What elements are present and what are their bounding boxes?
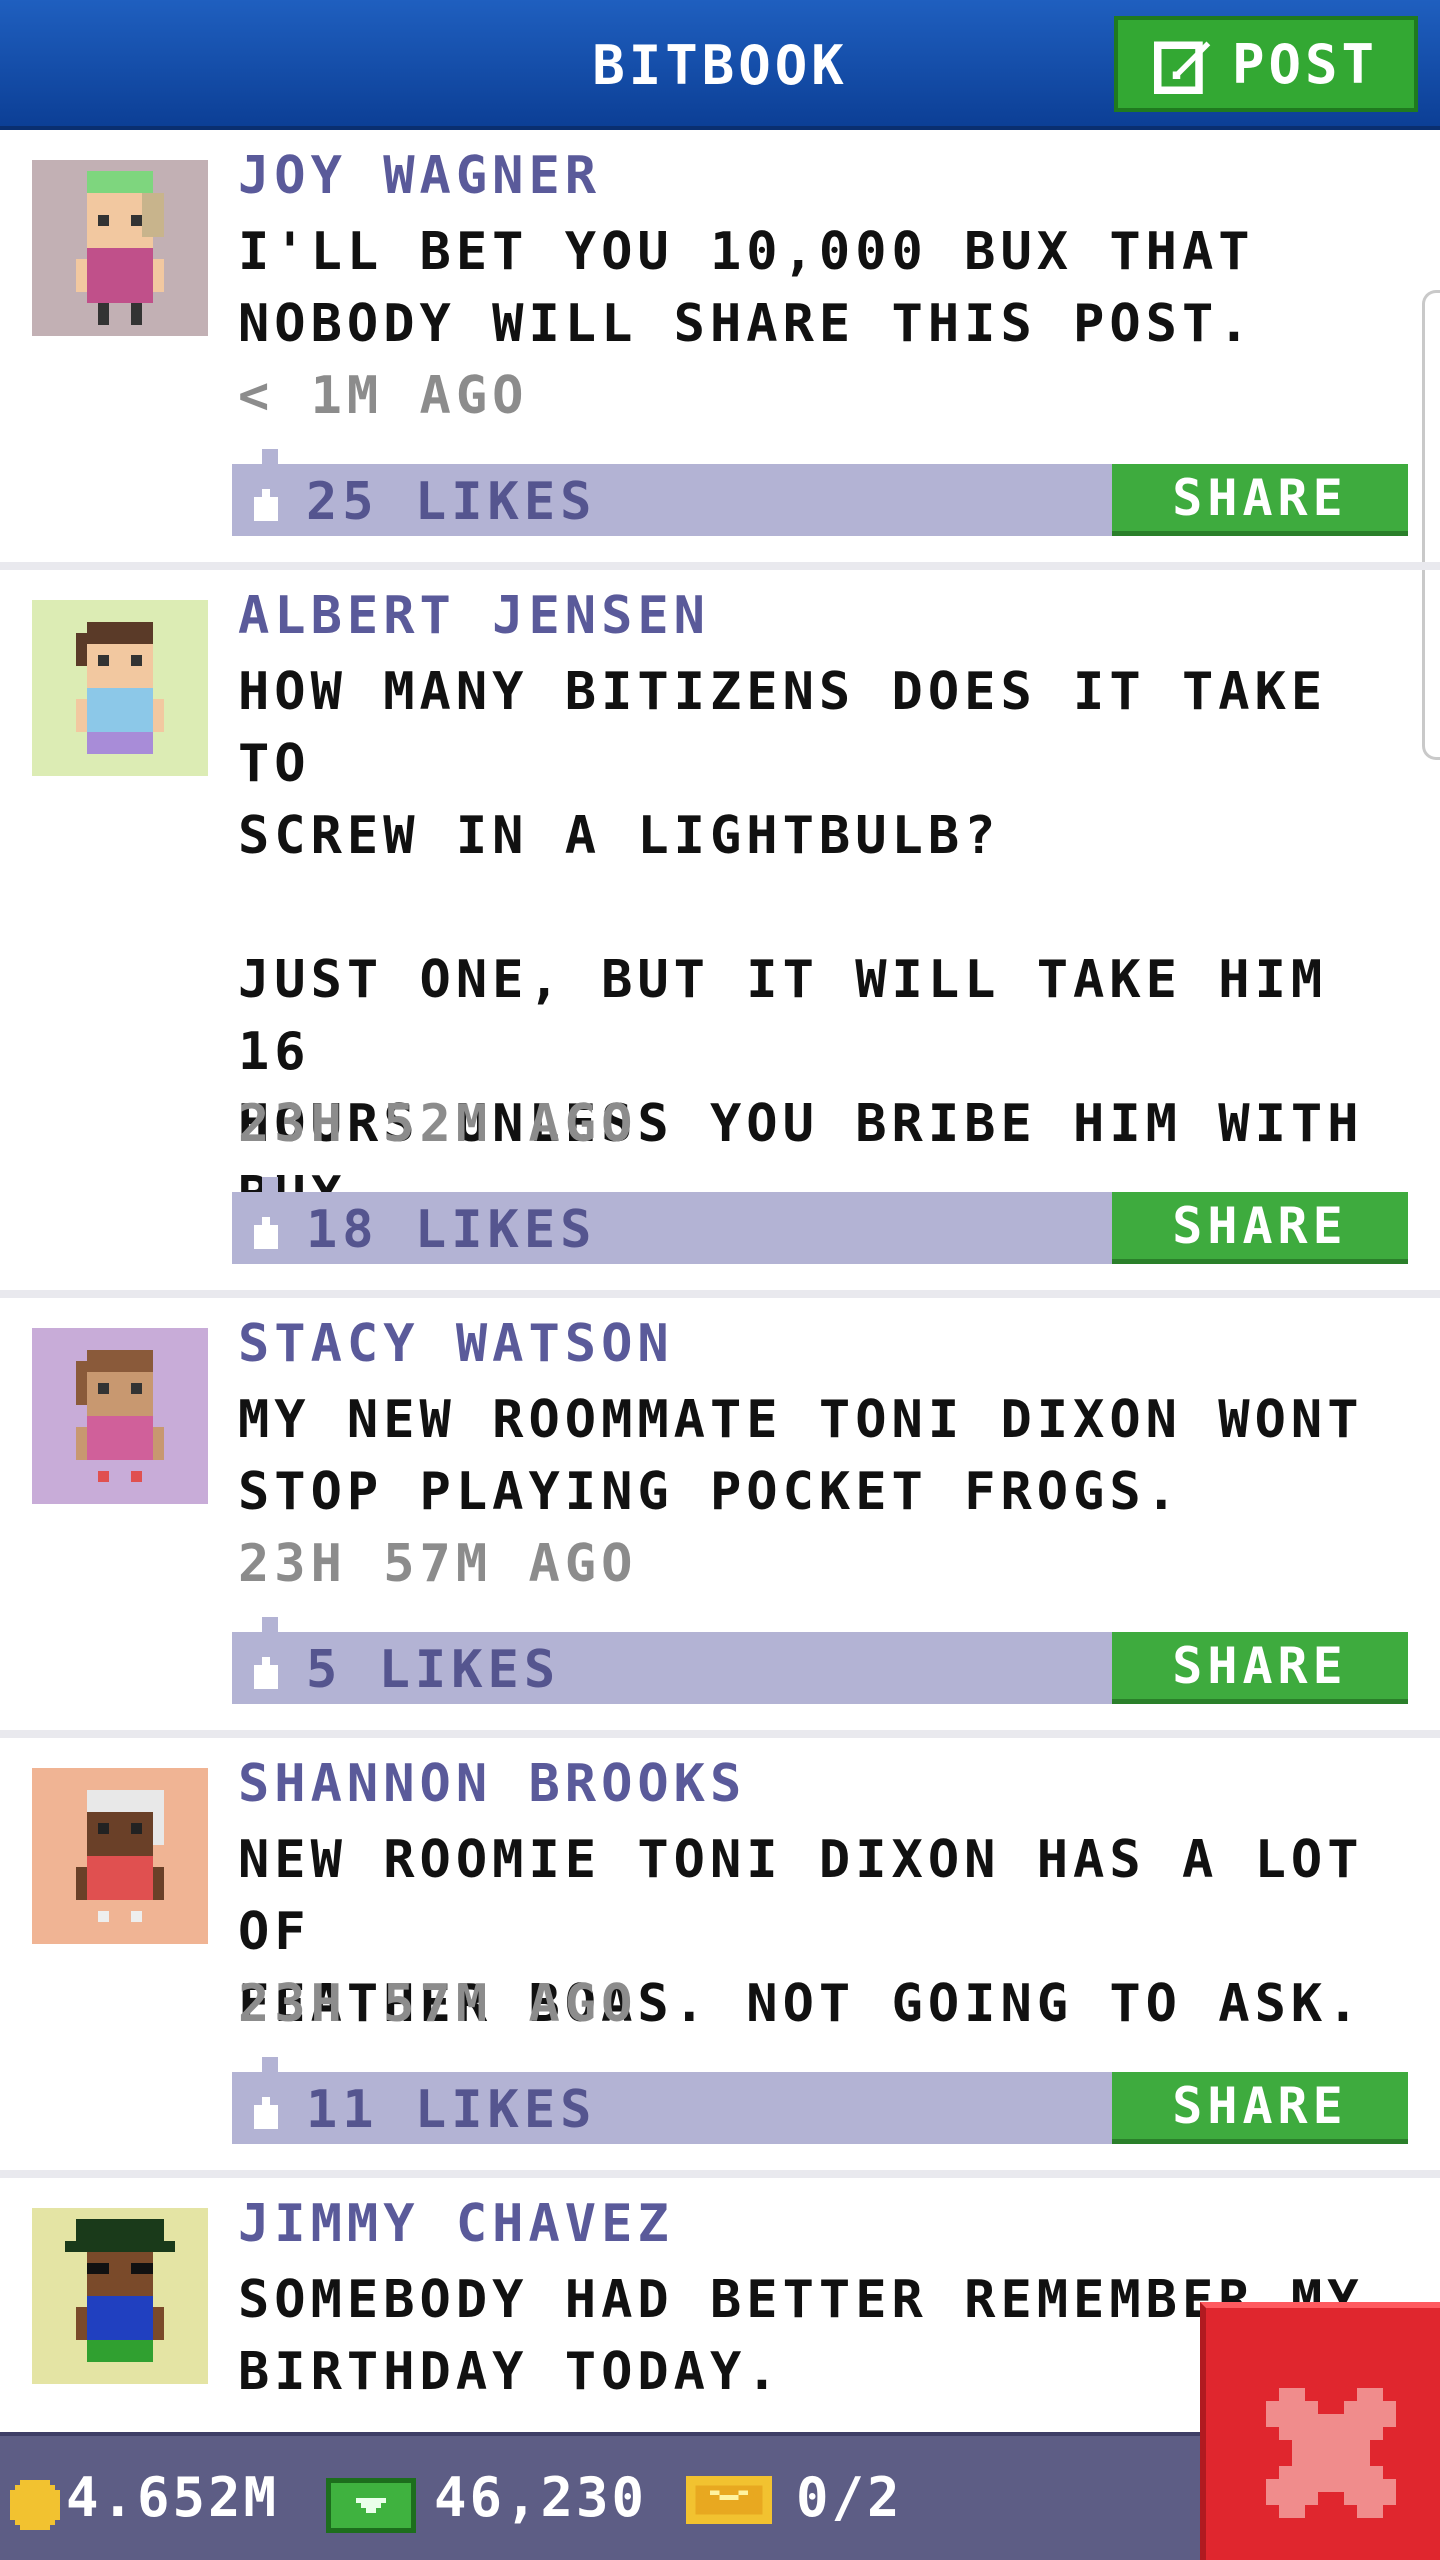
avatar bbox=[32, 1768, 208, 1944]
post-button[interactable]: POST bbox=[1114, 16, 1418, 112]
likes-count: 25 LIKES bbox=[306, 472, 597, 532]
likes-bar: 25 LIKES SHARE bbox=[232, 449, 1408, 536]
likes-count: 5 LIKES bbox=[306, 1640, 561, 1700]
avatar bbox=[32, 600, 208, 776]
avatar bbox=[32, 160, 208, 336]
likes-bar: 5 LIKES SHARE bbox=[232, 1617, 1408, 1704]
likes-bar: 11 LIKES SHARE bbox=[232, 2057, 1408, 2144]
feed-post: STACY WATSON MY NEW ROOMMATE TONI DIXON … bbox=[0, 1298, 1440, 1738]
share-button[interactable]: SHARE bbox=[1112, 1192, 1408, 1264]
coin-icon bbox=[10, 2480, 60, 2530]
likes-bar: 18 LIKES SHARE bbox=[232, 1177, 1408, 1264]
close-button[interactable] bbox=[1200, 2302, 1440, 2560]
like-thumb-icon[interactable] bbox=[246, 448, 294, 530]
post-button-label: POST bbox=[1231, 32, 1379, 96]
post-author[interactable]: JOY WAGNER bbox=[238, 146, 601, 206]
coins-count: 4.652M bbox=[66, 2466, 280, 2529]
post-time: 23H 52M AGO bbox=[238, 1094, 638, 1154]
avatar bbox=[32, 2208, 208, 2384]
share-button[interactable]: SHARE bbox=[1112, 1632, 1408, 1704]
post-edit-icon bbox=[1153, 41, 1211, 94]
post-time: < 1M AGO bbox=[238, 366, 529, 426]
feed-post: SHANNON BROOKS NEW ROOMIE TONI DIXON HAS… bbox=[0, 1738, 1440, 2178]
like-thumb-icon[interactable] bbox=[246, 1176, 294, 1258]
feed-post: JOY WAGNER I'LL BET YOU 10,000 BUX THAT … bbox=[0, 130, 1440, 570]
post-author[interactable]: JIMMY CHAVEZ bbox=[238, 2194, 674, 2254]
post-author[interactable]: SHANNON BROOKS bbox=[238, 1754, 746, 1814]
like-thumb-icon[interactable] bbox=[246, 2056, 294, 2138]
feed-post: ALBERT JENSEN HOW MANY BITIZENS DOES IT … bbox=[0, 570, 1440, 1298]
app-header: BITBOOK POST bbox=[0, 0, 1440, 130]
likes-count: 18 LIKES bbox=[306, 1200, 597, 1260]
share-button[interactable]: SHARE bbox=[1112, 464, 1408, 536]
ticket-icon bbox=[686, 2476, 772, 2524]
bux-icon bbox=[326, 2478, 416, 2533]
post-body: I'LL BET YOU 10,000 BUX THAT NOBODY WILL… bbox=[238, 222, 1255, 354]
bux-count: 46,230 bbox=[434, 2466, 648, 2529]
post-time: 23H 57M AGO bbox=[238, 1974, 638, 2034]
share-button[interactable]: SHARE bbox=[1112, 2072, 1408, 2144]
close-icon bbox=[1266, 2388, 1396, 2518]
post-author[interactable]: ALBERT JENSEN bbox=[238, 586, 710, 646]
post-body: MY NEW ROOMMATE TONI DIXON WONT STOP PLA… bbox=[238, 1390, 1364, 1522]
like-thumb-icon[interactable] bbox=[246, 1616, 294, 1698]
post-author[interactable]: STACY WATSON bbox=[238, 1314, 674, 1374]
likes-count: 11 LIKES bbox=[306, 2080, 597, 2140]
tickets-count: 0/2 bbox=[796, 2466, 903, 2529]
avatar bbox=[32, 1328, 208, 1504]
post-time: 23H 57M AGO bbox=[238, 1534, 638, 1594]
